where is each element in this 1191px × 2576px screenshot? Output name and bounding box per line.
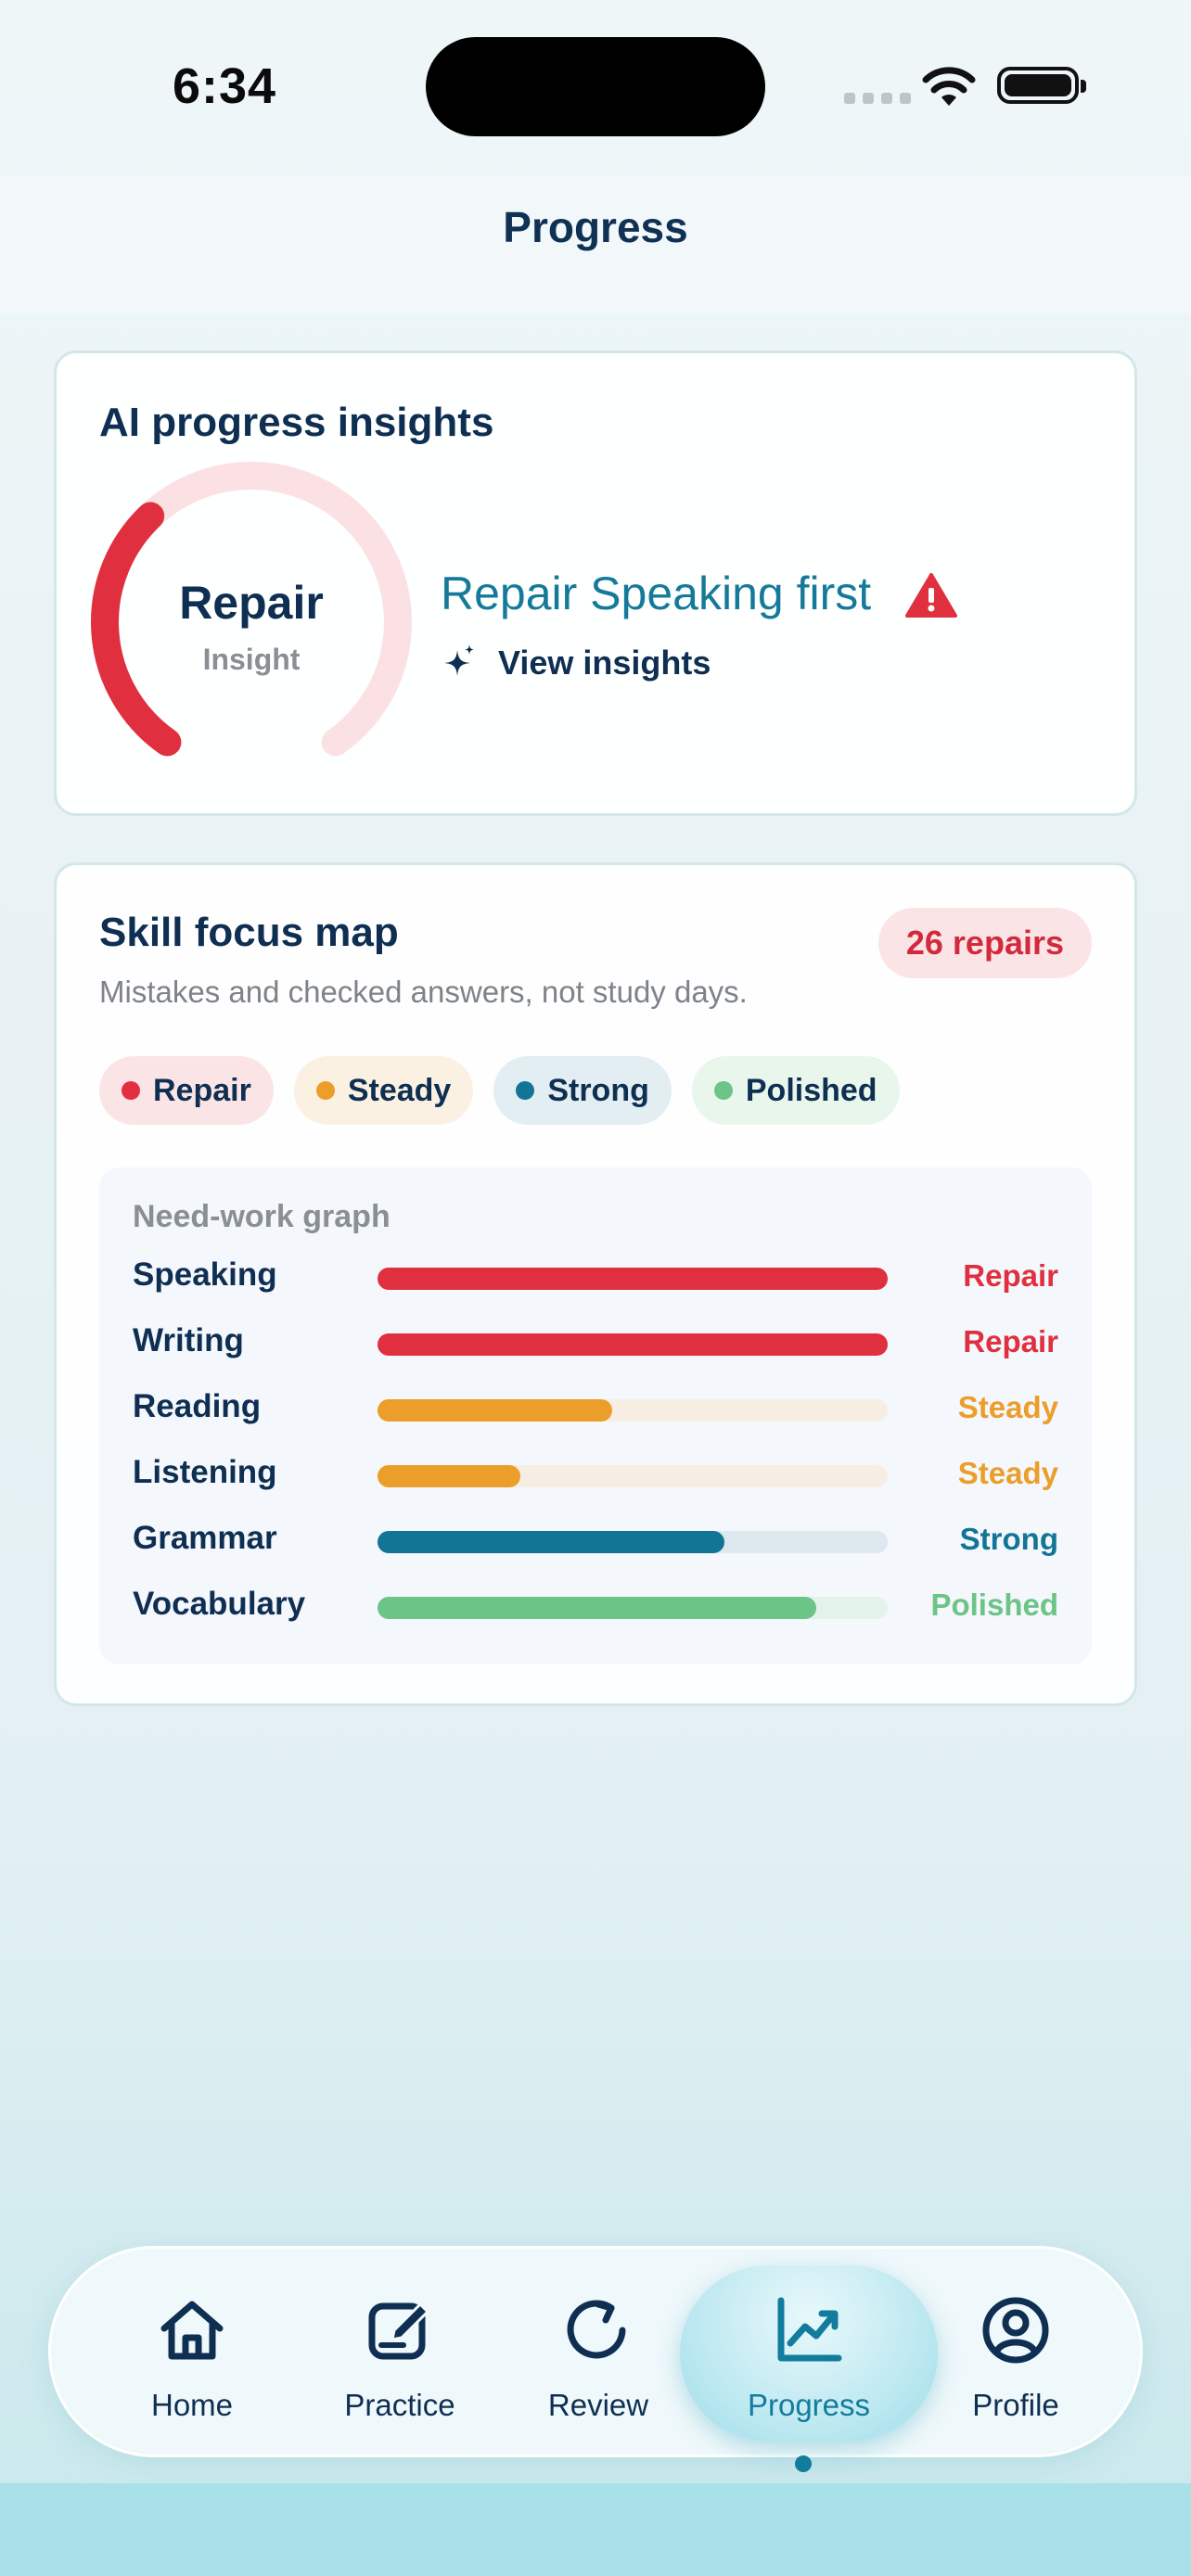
legend-dot (315, 1081, 335, 1100)
repairs-count-badge: 26 repairs (877, 908, 1092, 978)
review-icon (567, 2300, 626, 2359)
skill-bar-fill (378, 1597, 816, 1619)
active-tab-indicator (795, 2455, 812, 2472)
legend-label: Strong (547, 1072, 649, 1108)
view-insights-button[interactable]: View insights (441, 643, 711, 683)
home-indicator-area (0, 2483, 1191, 2576)
graph-title: Need-work graph (133, 1199, 391, 1234)
skill-bar-fill (378, 1531, 724, 1553)
skill-focus-card: Skill focus map Mistakes and checked ans… (54, 862, 1137, 1706)
skill-label: Vocabulary (133, 1586, 306, 1622)
legend-label: Polished (745, 1072, 877, 1108)
progress-icon (777, 2297, 842, 2362)
battery-icon (997, 67, 1086, 104)
view-insights-label: View insights (498, 644, 711, 682)
tab-home[interactable]: Home (109, 2249, 275, 2460)
tab-review-label: Review (547, 2388, 649, 2422)
gauge-sublabel: Insight (202, 643, 301, 676)
legend-chip-steady: Steady (293, 1056, 474, 1125)
skill-row-speaking: Speaking Repair (99, 1247, 1092, 1303)
skill-row-reading: Reading Steady (99, 1379, 1092, 1435)
skill-bar-track (378, 1399, 888, 1422)
status-time: 6:34 (173, 58, 277, 114)
skill-row-vocabulary: Vocabulary Polished (99, 1576, 1092, 1632)
skill-bar-track (378, 1268, 888, 1290)
insights-card: AI progress insights Repair Insight Repa… (54, 351, 1137, 816)
skill-map-subtitle: Mistakes and checked answers, not study … (99, 975, 748, 1009)
legend-dot (713, 1081, 733, 1100)
skill-bar-track (378, 1465, 888, 1487)
tab-progress-label: Progress (747, 2388, 871, 2422)
tab-review[interactable]: Review (515, 2249, 682, 2460)
skill-bar-track (378, 1333, 888, 1356)
tab-bar: Home Practice Review Progress Profile (48, 2246, 1143, 2457)
legend-chip-repair: Repair (99, 1056, 274, 1125)
skill-status: Steady (957, 1456, 1058, 1490)
skill-status: Repair (963, 1324, 1058, 1358)
skill-status: Strong (959, 1522, 1058, 1556)
skill-row-writing: Writing Repair (99, 1313, 1092, 1369)
gauge-label: Repair (179, 577, 324, 629)
skill-legend: Repair Steady Strong Polished (99, 1056, 900, 1125)
tab-progress[interactable]: Progress (725, 2249, 892, 2460)
skill-map-title: Skill focus map (99, 910, 399, 955)
insights-title: AI progress insights (99, 400, 494, 445)
skill-row-listening: Listening Steady (99, 1445, 1092, 1500)
tab-home-label: Home (150, 2388, 234, 2422)
skill-bar-fill (378, 1333, 888, 1356)
sparkle-icon (444, 644, 474, 676)
legend-chip-strong: Strong (493, 1056, 672, 1125)
dynamic-island (426, 37, 765, 136)
skill-bar-fill (378, 1268, 888, 1290)
wifi-icon (922, 67, 976, 106)
skill-bar-fill (378, 1399, 612, 1422)
skill-status: Repair (963, 1258, 1058, 1293)
tab-practice-label: Practice (344, 2388, 455, 2422)
tab-profile-label: Profile (972, 2388, 1059, 2422)
profile-icon (982, 2297, 1049, 2364)
page-title: Progress (503, 203, 688, 251)
skill-bar-track (378, 1597, 888, 1619)
legend-label: Steady (347, 1072, 452, 1108)
recommendation-text: Repair Speaking first (441, 567, 872, 619)
legend-dot (516, 1081, 535, 1100)
skill-bar-track (378, 1531, 888, 1553)
skill-label: Grammar (133, 1520, 277, 1556)
home-icon (160, 2301, 224, 2360)
skill-label: Listening (133, 1454, 277, 1490)
tab-profile[interactable]: Profile (932, 2249, 1099, 2460)
skill-label: Writing (133, 1322, 244, 1358)
skill-row-grammar: Grammar Strong (99, 1511, 1092, 1566)
skill-bar-fill (378, 1465, 520, 1487)
legend-dot (122, 1081, 140, 1100)
cellular-signal-icon (844, 93, 911, 104)
practice-icon (368, 2302, 430, 2360)
skill-label: Speaking (133, 1256, 277, 1293)
skill-status: Steady (957, 1390, 1058, 1424)
status-bar: 6:34 (0, 0, 1191, 176)
warning-icon (905, 573, 957, 618)
need-work-graph: Need-work graph Speaking Repair Writing Rep… (99, 1167, 1092, 1664)
legend-chip-polished: Polished (691, 1056, 900, 1125)
tab-practice[interactable]: Practice (316, 2249, 483, 2460)
skill-status: Polished (930, 1588, 1058, 1622)
skill-label: Reading (133, 1388, 262, 1424)
legend-label: Repair (153, 1072, 251, 1108)
